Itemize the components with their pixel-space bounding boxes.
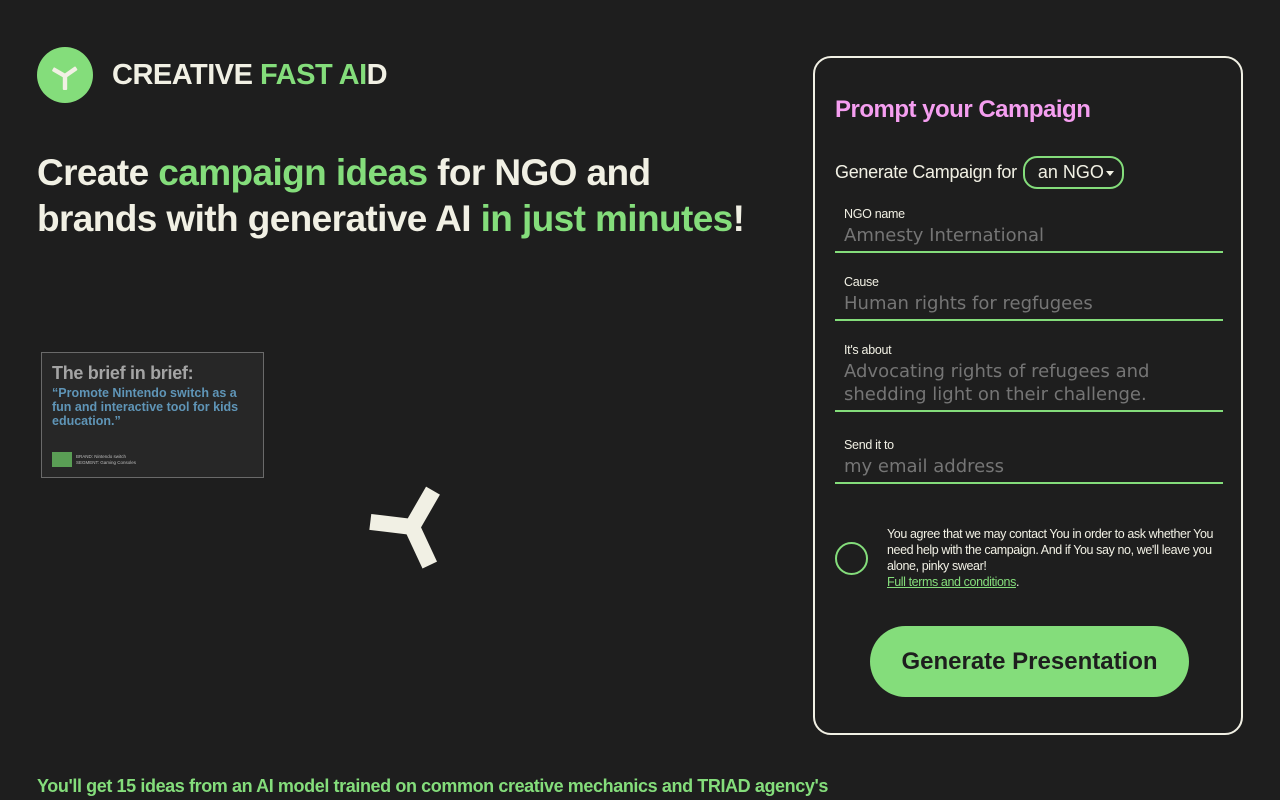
brief-footer: BRAND: Nintendo switch SEGMENT: Gaming C… [52, 452, 136, 467]
form-title: Prompt your Campaign [835, 96, 1091, 123]
brand-name-part2: FAST AI [260, 58, 367, 91]
headline-text-1: Create [37, 152, 159, 193]
brief-title: The brief in brief: [52, 363, 194, 383]
email-field: Send it to [835, 438, 1223, 484]
brand-name-part1: CREATIVE [112, 58, 253, 91]
headline-highlight-campaign: campaign ideas [158, 152, 428, 193]
brief-segment-line: SEGMENT: Gaming Consoles [76, 459, 137, 465]
cause-input[interactable] [844, 292, 1223, 315]
hero-headline: Create campaign ideas for NGO and brands… [37, 150, 777, 242]
consent-checkbox[interactable] [835, 542, 868, 575]
campaign-type-value: an NGO [1037, 162, 1104, 182]
terms-link[interactable]: Full terms and conditions [887, 575, 1016, 589]
generate-for-row: Generate Campaign for an NGO [835, 156, 1124, 189]
about-field: It's about [835, 343, 1223, 412]
brand-name-part3: D [366, 58, 388, 91]
about-textarea[interactable] [844, 360, 1223, 406]
consent-text-block: You agree that we may contact You in ord… [887, 526, 1215, 590]
cause-field: Cause [835, 275, 1223, 321]
ngo-name-field: NGO name [835, 207, 1223, 253]
consent-row: You agree that we may contact You in ord… [835, 526, 1215, 590]
caret-down-icon [1105, 171, 1114, 176]
brief-preview-card: The brief in brief: “Promote Nintendo sw… [41, 352, 264, 478]
brief-thumbnail [52, 452, 72, 467]
cause-label: Cause [844, 275, 879, 289]
brief-quote: “Promote Nintendo switch as a fun and in… [52, 386, 239, 428]
email-input[interactable] [844, 455, 1223, 478]
campaign-type-select[interactable]: an NGO [1022, 156, 1124, 189]
consent-text: You agree that we may contact You in ord… [887, 527, 1214, 573]
about-label: It's about [844, 343, 892, 357]
terms-suffix: . [1015, 575, 1020, 589]
brand-name: CREATIVE FAST AID [112, 58, 388, 92]
generate-for-label: Generate Campaign for [835, 162, 1017, 182]
terms-line: Full terms and conditions. [887, 574, 1215, 590]
tri-blade-spinner-icon [366, 483, 456, 583]
footer-description: You'll get 15 ideas from an AI model tra… [37, 776, 828, 796]
campaign-prompt-form: Prompt your Campaign Generate Campaign f… [813, 56, 1243, 735]
ngo-name-label: NGO name [844, 207, 905, 221]
headline-exclamation: ! [732, 198, 745, 239]
generate-presentation-button[interactable]: Generate Presentation [870, 626, 1189, 697]
brief-meta: BRAND: Nintendo switch SEGMENT: Gaming C… [76, 454, 136, 466]
brand-logo[interactable]: CREATIVE FAST AID [37, 47, 388, 103]
headline-highlight-minutes: in just minutes [480, 198, 734, 239]
tri-blade-logo-icon [37, 47, 93, 103]
email-label: Send it to [844, 438, 894, 452]
ngo-name-input[interactable] [844, 224, 1223, 247]
